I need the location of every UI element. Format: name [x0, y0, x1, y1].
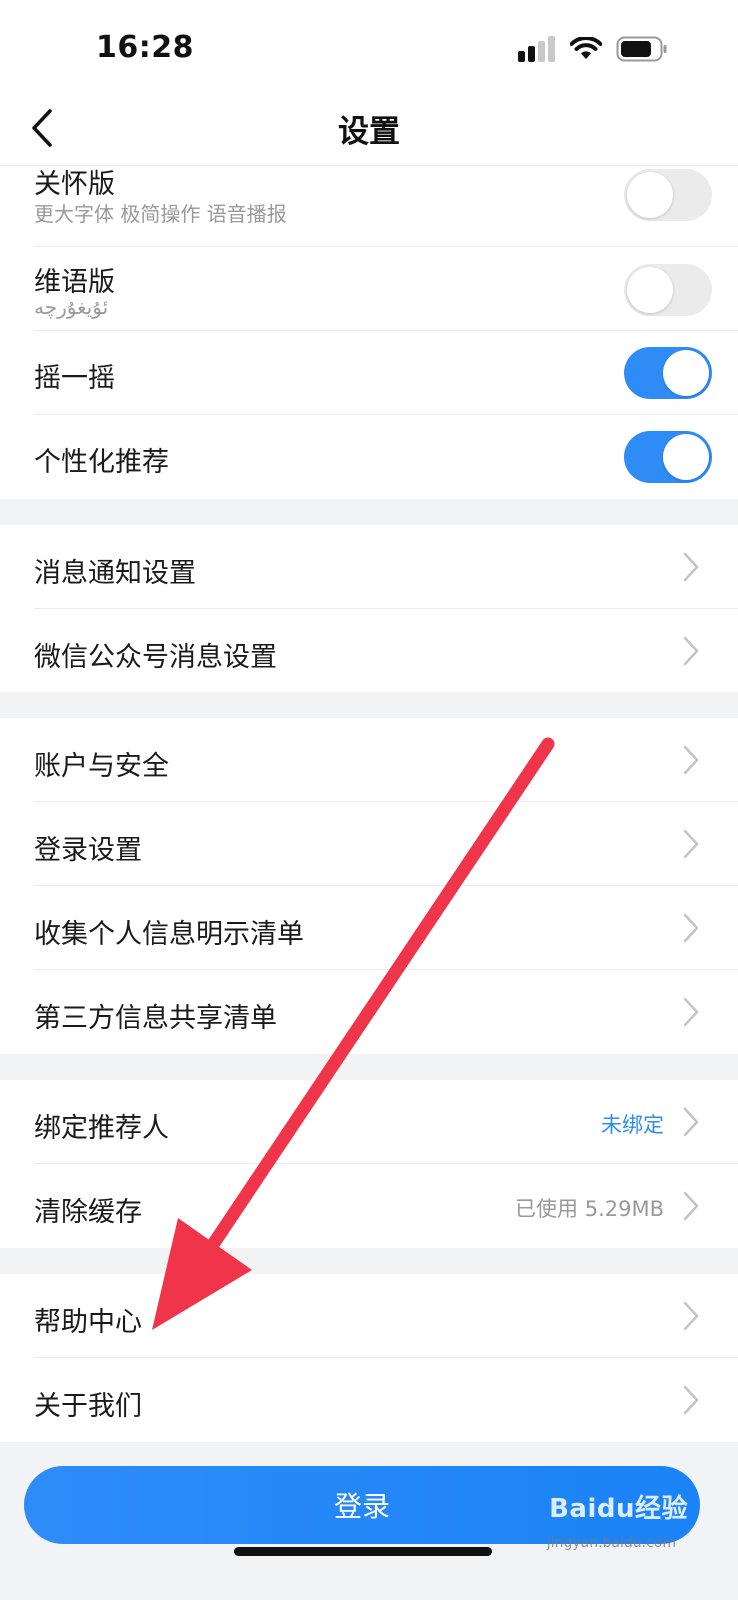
care-mode-label: 关怀版	[34, 169, 115, 200]
care-mode-toggle[interactable]	[624, 169, 712, 221]
shake-label: 摇一摇	[34, 363, 115, 394]
uyghur-mode-toggle[interactable]	[624, 264, 712, 316]
chevron-right-icon	[683, 997, 699, 1027]
toggle-knob	[627, 267, 673, 313]
chevron-right-icon	[683, 1385, 699, 1415]
chevron-right-icon	[683, 1191, 699, 1221]
help-section: 帮助中心 关于我们	[0, 1274, 738, 1442]
account-security-label: 账户与安全	[34, 751, 169, 782]
account-security-row[interactable]: 账户与安全	[0, 718, 738, 802]
uyghur-mode-subtitle: ئۇيغۇرچە	[34, 295, 109, 319]
wifi-icon	[570, 37, 602, 59]
notification-section: 消息通知设置 微信公众号消息设置	[0, 525, 738, 692]
home-indicator	[234, 1547, 492, 1556]
help-center-label: 帮助中心	[34, 1307, 142, 1338]
cellular-signal-icon	[518, 36, 555, 62]
clear-cache-label: 清除缓存	[34, 1197, 142, 1228]
status-time: 16:28	[96, 30, 194, 65]
about-us-label: 关于我们	[34, 1391, 142, 1422]
watermark-url: jingyan.baidu.com	[546, 1535, 676, 1551]
display-settings-section: 关怀版 更大字体 极简操作 语音播报 维语版 ئۇيغۇرچە 摇一摇 个性化推…	[0, 166, 738, 499]
login-settings-label: 登录设置	[34, 835, 142, 866]
wechat-notification-row[interactable]: 微信公众号消息设置	[0, 609, 738, 692]
personalized-recommend-row: 个性化推荐	[0, 415, 738, 499]
personal-info-list-label: 收集个人信息明示清单	[34, 919, 304, 950]
personalized-recommend-toggle[interactable]	[624, 431, 712, 483]
login-settings-row[interactable]: 登录设置	[0, 802, 738, 886]
toggle-knob	[663, 350, 709, 396]
care-mode-row: 关怀版 更大字体 极简操作 语音播报	[0, 166, 738, 247]
chevron-right-icon	[683, 552, 699, 582]
care-mode-subtitle: 更大字体 极简操作 语音播报	[34, 202, 287, 226]
baidu-jingyan-watermark: Baidu经验	[549, 1494, 688, 1524]
chevron-right-icon	[683, 829, 699, 859]
personal-info-list-row[interactable]: 收集个人信息明示清单	[0, 886, 738, 970]
shake-toggle[interactable]	[624, 347, 712, 399]
clear-cache-row[interactable]: 清除缓存 已使用 5.29MB	[0, 1164, 738, 1248]
third-party-list-row[interactable]: 第三方信息共享清单	[0, 970, 738, 1054]
uyghur-mode-row: 维语版 ئۇيغۇرچە	[0, 247, 738, 331]
bind-referrer-row[interactable]: 绑定推荐人 未绑定	[0, 1080, 738, 1164]
toggle-knob	[627, 172, 673, 218]
status-icons	[518, 34, 668, 64]
account-section: 账户与安全 登录设置 收集个人信息明示清单 第三方信息共享清单	[0, 718, 738, 1054]
referrer-status: 未绑定	[601, 1113, 664, 1137]
notification-settings-label: 消息通知设置	[34, 558, 196, 589]
personalized-recommend-label: 个性化推荐	[34, 447, 169, 478]
shake-row: 摇一摇	[0, 331, 738, 415]
battery-icon	[616, 36, 667, 62]
help-center-row[interactable]: 帮助中心	[0, 1274, 738, 1358]
toggle-knob	[663, 434, 709, 480]
chevron-right-icon	[683, 745, 699, 775]
uyghur-mode-label: 维语版	[34, 267, 115, 298]
chevron-right-icon	[683, 913, 699, 943]
top-bar: 16:28 设置	[0, 0, 738, 166]
settings-screen: 16:28 设置 关怀版 更大字体 极简操作 语音播报 维语版 ئۇيغۇرچە…	[0, 0, 738, 1600]
chevron-right-icon	[683, 1301, 699, 1331]
third-party-list-label: 第三方信息共享清单	[34, 1003, 277, 1034]
chevron-right-icon	[683, 1107, 699, 1137]
bind-referrer-label: 绑定推荐人	[34, 1113, 169, 1144]
page-title: 设置	[338, 114, 400, 150]
wechat-notification-label: 微信公众号消息设置	[34, 642, 277, 673]
about-us-row[interactable]: 关于我们	[0, 1358, 738, 1442]
notification-settings-row[interactable]: 消息通知设置	[0, 525, 738, 609]
chevron-right-icon	[683, 636, 699, 666]
cache-size: 已使用 5.29MB	[515, 1197, 664, 1221]
misc-section: 绑定推荐人 未绑定 清除缓存 已使用 5.29MB	[0, 1080, 738, 1248]
